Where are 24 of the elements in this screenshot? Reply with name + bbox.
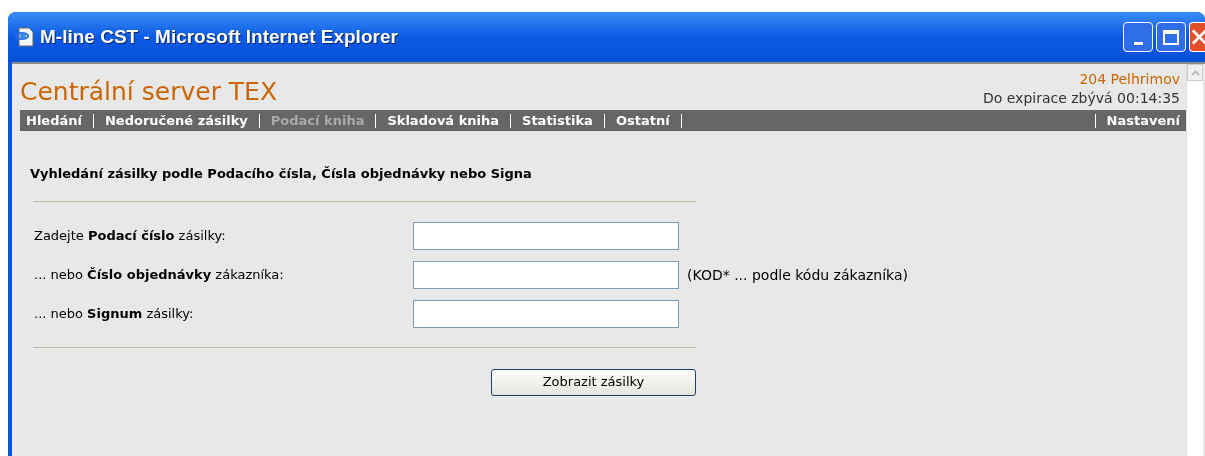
hint-text: (KOD* ... podle kódu zákazníka) bbox=[687, 265, 908, 285]
nav-link[interactable]: Nedoručené zásilky bbox=[104, 110, 248, 131]
document-icon bbox=[14, 26, 36, 48]
show-shipments-button[interactable]: Zobrazit zásilky bbox=[491, 368, 696, 396]
input-field[interactable] bbox=[413, 261, 679, 289]
nav-link[interactable]: Hledání bbox=[26, 110, 82, 131]
nav-link[interactable]: Statistika bbox=[522, 110, 593, 131]
input-field[interactable] bbox=[413, 300, 679, 328]
form-heading: Vyhledání zásilky podle Podacího čísla, Čísla objednávky nebo Signa bbox=[30, 165, 533, 183]
scroll-up-icon[interactable] bbox=[1187, 64, 1203, 81]
field-label: ... nebo Signum zásilky: bbox=[33, 305, 195, 324]
nav-link[interactable]: Nastavení bbox=[1106, 110, 1180, 131]
maximize-button[interactable] bbox=[1156, 22, 1186, 52]
window-title: M-line CST - Microsoft Internet Explorer bbox=[40, 24, 398, 49]
location-text: 204 Pelhrimov bbox=[1079, 70, 1180, 89]
nav-link[interactable]: Skladová kniha bbox=[387, 110, 500, 131]
minimize-button[interactable] bbox=[1123, 22, 1153, 52]
site-title: Centrální server TEX bbox=[20, 79, 278, 104]
field-label: Zadejte Podací číslo zásilky: bbox=[33, 227, 227, 246]
close-button[interactable] bbox=[1189, 22, 1205, 52]
input-field[interactable] bbox=[413, 222, 679, 250]
expiry-text: Do expirace zbývá 00:14:35 bbox=[982, 89, 1180, 108]
nav-link[interactable]: Ostatní bbox=[615, 110, 670, 131]
field-label: ... nebo Číslo objednávky zákazníka: bbox=[33, 266, 285, 285]
